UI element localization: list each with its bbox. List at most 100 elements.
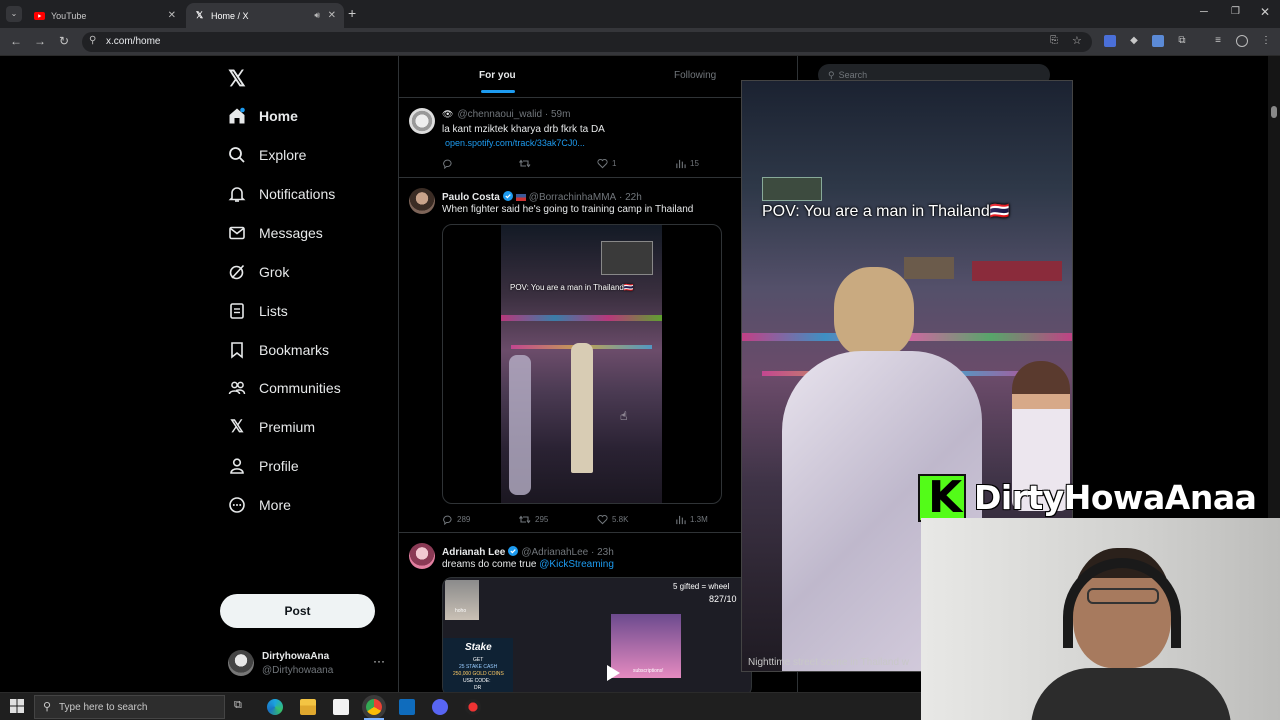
post-body: dreams do come true: [442, 559, 537, 570]
separator: ·: [588, 546, 598, 558]
timeline: For you Following 👁︎ @chennaoui_walid · …: [398, 56, 798, 692]
new-tab-button[interactable]: +: [348, 5, 356, 21]
nav-label: Communities: [259, 380, 341, 396]
cat-thumbnail: hoho: [445, 580, 479, 620]
store-icon[interactable]: [333, 699, 349, 715]
nav-messages[interactable]: Messages: [228, 221, 323, 245]
restore-button[interactable]: ❐: [1231, 6, 1240, 17]
mention-link[interactable]: @KickStreaming: [539, 559, 614, 570]
post[interactable]: 👁︎ @chennaoui_walid · 59m la kant mzikte…: [399, 98, 797, 178]
nav-lists[interactable]: Lists: [228, 299, 288, 323]
diamond-extension-icon[interactable]: ◆: [1128, 35, 1140, 47]
blue-extension-icon[interactable]: [1152, 35, 1164, 47]
stake-get: GET: [473, 657, 484, 663]
nav-explore[interactable]: Explore: [228, 143, 306, 167]
site-info-icon[interactable]: ⚲: [89, 35, 96, 46]
post-handle[interactable]: @chennaoui_walid: [457, 109, 542, 120]
shop-sign: [762, 177, 822, 201]
back-button[interactable]: ←: [8, 34, 24, 48]
repost-button[interactable]: 295: [519, 514, 548, 525]
post-handle[interactable]: @BorrachinhaMMA: [529, 192, 616, 203]
reply-button[interactable]: 289: [442, 514, 470, 525]
views-button[interactable]: 1.3M: [675, 514, 708, 525]
discord-icon[interactable]: [432, 699, 448, 715]
views-button[interactable]: 15: [675, 158, 699, 169]
avatar[interactable]: [409, 108, 435, 134]
nav-home[interactable]: Home: [228, 104, 298, 128]
tab-label: Following: [674, 70, 717, 81]
close-icon[interactable]: ✕: [328, 10, 336, 21]
avatar[interactable]: [409, 188, 435, 214]
like-button[interactable]: 5.8K: [597, 514, 628, 525]
post-time[interactable]: 23h: [597, 547, 614, 558]
nav-communities[interactable]: Communities: [228, 376, 341, 400]
install-app-icon[interactable]: ⎘: [1050, 35, 1058, 46]
repost-icon: [519, 159, 531, 168]
post-time[interactable]: 59m: [551, 109, 570, 120]
post-button[interactable]: Post: [220, 594, 375, 628]
outlook-icon[interactable]: [399, 699, 415, 715]
windows-start-icon[interactable]: [10, 699, 26, 715]
omnibox[interactable]: ⚲ x.com/home ⎘ ☆: [82, 32, 1092, 52]
post-time[interactable]: 22h: [625, 192, 642, 203]
post-handle[interactable]: @AdrianahLee: [521, 547, 588, 558]
post-media[interactable]: hoho Stake GET 25 STAKE CASH 250,000 GOL…: [442, 577, 752, 692]
menu-kebab-icon[interactable]: ⋮: [1260, 35, 1272, 47]
bookmark-star-icon[interactable]: ☆: [1072, 34, 1082, 47]
close-icon[interactable]: ✕: [168, 10, 176, 21]
chrome-icon[interactable]: [366, 699, 382, 715]
reload-button[interactable]: ↻: [56, 34, 72, 48]
profile-icon[interactable]: [1236, 35, 1248, 47]
post-author-name[interactable]: Adrianah Lee: [442, 547, 505, 558]
neon-sign: [601, 241, 653, 275]
file-explorer-icon[interactable]: [300, 699, 316, 715]
x-icon: 𝕏: [230, 417, 244, 436]
x-logo-icon[interactable]: 𝕏: [228, 66, 246, 92]
post-video[interactable]: POV: You are a man in Thailand🇹🇭 ☝︎: [442, 224, 722, 504]
video-frame[interactable]: POV: You are a man in Thailand🇹🇭: [501, 225, 662, 503]
taskbar-search-input[interactable]: ⚲ Type here to search: [34, 695, 225, 719]
reply-button[interactable]: [442, 158, 457, 169]
streamer-frame: subscriptions!: [611, 614, 681, 678]
nav-grok[interactable]: Grok: [228, 260, 289, 284]
tab-for-you[interactable]: For you: [479, 70, 516, 93]
tab-x-home[interactable]: 𝕏 Home / X 🔊︎ ✕: [186, 3, 344, 28]
nav-label: More: [259, 497, 291, 513]
webcam-feed: [921, 518, 1280, 720]
speaker-icon[interactable]: 🔊︎: [314, 10, 320, 21]
stake-coins: 250,000 GOLD COINS: [453, 671, 504, 677]
post[interactable]: Paulo Costa @BorrachinhaMMA · 22h When f…: [399, 178, 797, 533]
repost-button[interactable]: [519, 158, 535, 169]
minimize-button[interactable]: ─: [1200, 6, 1208, 18]
nav-bookmarks[interactable]: Bookmarks: [228, 338, 329, 362]
nav-label: Profile: [259, 458, 299, 474]
scrollbar-thumb[interactable]: [1271, 106, 1277, 118]
person-head: [834, 267, 914, 357]
edge-icon[interactable]: [267, 699, 283, 715]
forward-button[interactable]: →: [32, 34, 48, 48]
post[interactable]: Adrianah Lee @AdrianahLee · 23h dreams d…: [399, 533, 797, 692]
channel-name: DirtyHowaAnaa: [974, 478, 1257, 517]
task-view-icon[interactable]: ⧉: [234, 699, 250, 715]
post-link[interactable]: open.spotify.com/track/33ak7CJ0...: [445, 138, 585, 148]
neon-sign: [972, 261, 1062, 281]
nav-profile[interactable]: Profile: [228, 454, 299, 478]
like-button[interactable]: 1: [597, 158, 616, 169]
tab-search-button[interactable]: ⌄: [6, 6, 22, 22]
reading-list-icon[interactable]: ≡: [1212, 35, 1224, 47]
close-window-button[interactable]: ✕: [1260, 5, 1270, 19]
tab-youtube[interactable]: YouTube ✕: [26, 3, 184, 28]
nav-more[interactable]: More: [228, 493, 291, 517]
account-switcher[interactable]: DirtyhowaAna @Dirtyhowaana ···: [228, 646, 388, 682]
nav-premium[interactable]: 𝕏 Premium: [228, 415, 315, 439]
nav-notifications[interactable]: Notifications: [228, 182, 335, 206]
puzzle-extension-icon[interactable]: ⧉: [1176, 35, 1188, 47]
play-icon[interactable]: [605, 664, 621, 687]
translate-extension-icon[interactable]: [1104, 35, 1116, 47]
more-horizontal-icon[interactable]: ···: [373, 654, 385, 668]
post-text: When fighter said he's going to training…: [442, 204, 694, 215]
app-icon[interactable]: [465, 699, 481, 715]
tab-following[interactable]: Following: [674, 70, 716, 81]
post-author-name[interactable]: Paulo Costa: [442, 192, 500, 203]
avatar[interactable]: [409, 543, 435, 569]
